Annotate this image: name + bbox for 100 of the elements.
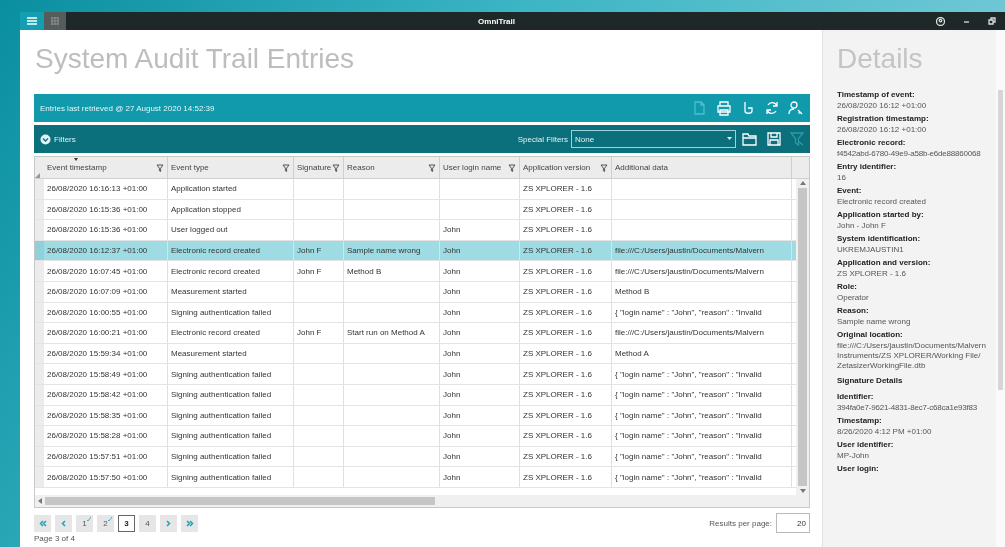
filter-icon[interactable] <box>282 163 290 172</box>
detail-label: Application started by: <box>837 210 925 220</box>
first-page-button[interactable] <box>34 514 51 532</box>
user-circle-icon[interactable] <box>936 16 945 26</box>
apps-button[interactable] <box>44 12 66 30</box>
table-cell: Signing authentication failed <box>171 431 272 441</box>
detail-label: Registration timestamp: <box>837 114 930 124</box>
detail-value: Operator <box>837 293 870 303</box>
detail-value: 8/26/2020 4:12 PM +01:00 <box>837 427 933 437</box>
table-cell: ZS XPLORER - 1.6 <box>523 307 592 317</box>
table-cell: ZS XPLORER - 1.6 <box>523 431 592 441</box>
page-button[interactable]: 4 <box>139 514 156 532</box>
table-cell: Signing authentication failed <box>171 472 272 482</box>
restore-icon[interactable] <box>988 17 996 25</box>
column-header[interactable]: Event type <box>168 157 294 178</box>
detail-value: MP-John <box>837 451 870 461</box>
chevron-left-icon[interactable] <box>61 519 66 527</box>
table-cell: Signing authentication failed <box>171 452 272 461</box>
table-cell: John F <box>297 328 322 338</box>
filters-label: Filters <box>54 134 76 144</box>
page-button[interactable]: 1 <box>76 514 93 532</box>
table-row[interactable]: 26/08/2020 15:58:49 +01:00 Signing authentication failed John ZS XPLORER - 1.6 { "login name" : "John", "reason" : "Invalid <box>35 364 796 385</box>
table-cell: John <box>443 246 461 256</box>
table-cell: ZS XPLORER - 1.6 <box>523 287 592 297</box>
row-header[interactable] <box>35 240 44 261</box>
double-chevron-right-icon[interactable] <box>185 519 194 527</box>
table-row[interactable]: 26/08/2020 15:58:42 +01:00 Signing authentication failed John ZS XPLORER - 1.6 { "login name" : "John", "reason" : "Invalid <box>35 384 796 406</box>
table-cell: Measurement started <box>171 287 247 297</box>
column-header[interactable]: Reason <box>344 157 440 178</box>
table-row[interactable]: 26/08/2020 16:12:37 +01:00 Electronic record created John F Sample name wrong John ZS XPLORER - 1.6 file:///C:/Users/jaustin/Documents/Malvern <box>35 240 796 262</box>
scroll-left-icon[interactable] <box>38 498 42 504</box>
table-row[interactable]: 26/08/2020 16:07:45 +01:00 Electronic record created John F Method B John ZS XPLORER - 1.6 file:///C:/Users/jaustin/Documents/Malvern <box>35 261 796 282</box>
filter-icon[interactable] <box>156 163 164 172</box>
table-cell: Signing authentication failed <box>171 390 272 400</box>
vertical-scrollbar[interactable] <box>796 179 809 495</box>
table-row[interactable]: 26/08/2020 15:59:34 +01:00 Measurement started John ZS XPLORER - 1.6 Method A <box>35 343 796 365</box>
results-per-page-label: Results per page: <box>709 518 772 528</box>
table-cell: ZS XPLORER - 1.6 <box>523 246 592 256</box>
retrieval-status: Entries last retrieved @ 27 August 2020 14:52:39 <box>40 103 216 113</box>
column-header[interactable]: Application version <box>520 157 612 178</box>
table-row[interactable]: 26/08/2020 16:00:55 +01:00 Signing authentication failed John ZS XPLORER - 1.6 { "login name" : "John", "reason" : "Invalid <box>35 302 796 324</box>
detail-label: System identification: <box>837 234 922 244</box>
table-cell: ZS XPLORER - 1.6 <box>523 452 592 461</box>
table-row[interactable]: 26/08/2020 16:07:09 +01:00 Measurement started John ZS XPLORER - 1.6 Method B <box>35 281 796 303</box>
table-cell: John <box>443 369 461 379</box>
column-header[interactable]: Event timestamp <box>44 157 168 178</box>
chevron-right-icon[interactable] <box>166 519 171 527</box>
grid-icon[interactable] <box>51 17 59 25</box>
table-cell: ZS XPLORER - 1.6 <box>523 204 592 214</box>
table-row[interactable]: 26/08/2020 15:57:51 +01:00 Signing authentication failed John ZS XPLORER - 1.6 { "login name" : "John", "reason" : "Invalid <box>35 446 796 468</box>
table-cell: 26/08/2020 16:12:37 +01:00 <box>47 246 148 256</box>
horizontal-scrollbar[interactable] <box>35 495 809 507</box>
column-header[interactable]: Signature <box>294 157 344 178</box>
table-cell: ZS XPLORER - 1.6 <box>523 472 592 482</box>
detail-value: Electronic record created <box>837 197 927 207</box>
filter-icon[interactable] <box>332 163 340 172</box>
table-cell: John <box>443 225 461 235</box>
table-cell: ZS XPLORER - 1.6 <box>523 369 592 379</box>
table-cell: Signing authentication failed <box>171 369 272 379</box>
special-filters-dropdown[interactable]: None <box>571 130 736 148</box>
detail-value: file:///C:/Users/jaustin/Documents/Malvern Instruments/ZS XPLORER/Working File/ ZetasizerWorkingFile.dtb <box>837 341 987 371</box>
table-cell: John F <box>297 266 322 276</box>
filter-icon[interactable] <box>428 163 436 172</box>
table-row[interactable]: 26/08/2020 16:15:36 +01:00 Application stopped ZS XPLORER - 1.6 <box>35 199 796 221</box>
caret-icon <box>727 137 732 141</box>
page-button[interactable]: 3 <box>118 514 135 532</box>
details-scrollbar[interactable] <box>996 30 1005 547</box>
table-cell: { "login name" : "John", "reason" : "Invalid <box>615 307 762 317</box>
last-page-button[interactable] <box>181 514 198 532</box>
table-row[interactable]: 26/08/2020 15:58:28 +01:00 Signing authentication failed John ZS XPLORER - 1.6 { "login name" : "John", "reason" : "Invalid <box>35 426 796 447</box>
table-cell: Sample name wrong <box>347 246 421 256</box>
table-cell: 26/08/2020 15:58:35 +01:00 <box>47 410 148 420</box>
table-cell: Application stopped <box>171 204 241 214</box>
page-button[interactable]: 2 <box>97 514 114 532</box>
expand-circle-icon[interactable] <box>40 133 51 145</box>
scroll-up-icon[interactable] <box>799 181 806 185</box>
menu-button[interactable] <box>20 12 44 30</box>
table-cell: 26/08/2020 16:15:36 +01:00 <box>47 204 148 214</box>
table-row[interactable]: 26/08/2020 16:16:13 +01:00 Application started ZS XPLORER - 1.6 <box>35 179 796 200</box>
table-row[interactable]: 26/08/2020 15:58:35 +01:00 Signing authentication failed John ZS XPLORER - 1.6 { "login name" : "John", "reason" : "Invalid <box>35 405 796 427</box>
column-header[interactable]: Additional data <box>612 157 792 178</box>
menu-icon[interactable] <box>27 17 37 25</box>
results-per-page-field[interactable]: 20 <box>776 513 810 533</box>
table-row[interactable]: 26/08/2020 16:00:21 +01:00 Electronic record created John F Start run on Method A John ZS XPLORER - 1.6 file:///C:/Users/jaustin/Documents/Malvern <box>35 323 796 344</box>
table-cell: 26/08/2020 15:59:34 +01:00 <box>47 349 148 359</box>
table-cell: ZS XPLORER - 1.6 <box>523 410 592 420</box>
tick-icon <box>108 516 112 521</box>
table-row[interactable]: 26/08/2020 15:57:50 +01:00 Signing authentication failed John ZS XPLORER - 1.6 { "login name" : "John", "reason" : "Invalid <box>35 467 796 488</box>
filter-icon[interactable] <box>600 163 608 172</box>
table-cell: John <box>443 328 461 338</box>
table-row[interactable]: 26/08/2020 16:15:36 +01:00 User logged out John ZS XPLORER - 1.6 <box>35 220 796 241</box>
table-cell: { "login name" : "John", "reason" : "Invalid <box>615 390 762 400</box>
double-chevron-left-icon[interactable] <box>38 519 47 527</box>
scroll-down-icon[interactable] <box>799 489 806 493</box>
detail-value: UKREMJAUSTIN1 <box>837 245 905 255</box>
column-header[interactable]: User login name <box>440 157 520 178</box>
filter-icon[interactable] <box>508 163 516 172</box>
previous-page-button[interactable] <box>55 514 72 532</box>
table-cell: 26/08/2020 15:58:49 +01:00 <box>47 369 148 379</box>
next-page-button[interactable] <box>160 514 177 532</box>
